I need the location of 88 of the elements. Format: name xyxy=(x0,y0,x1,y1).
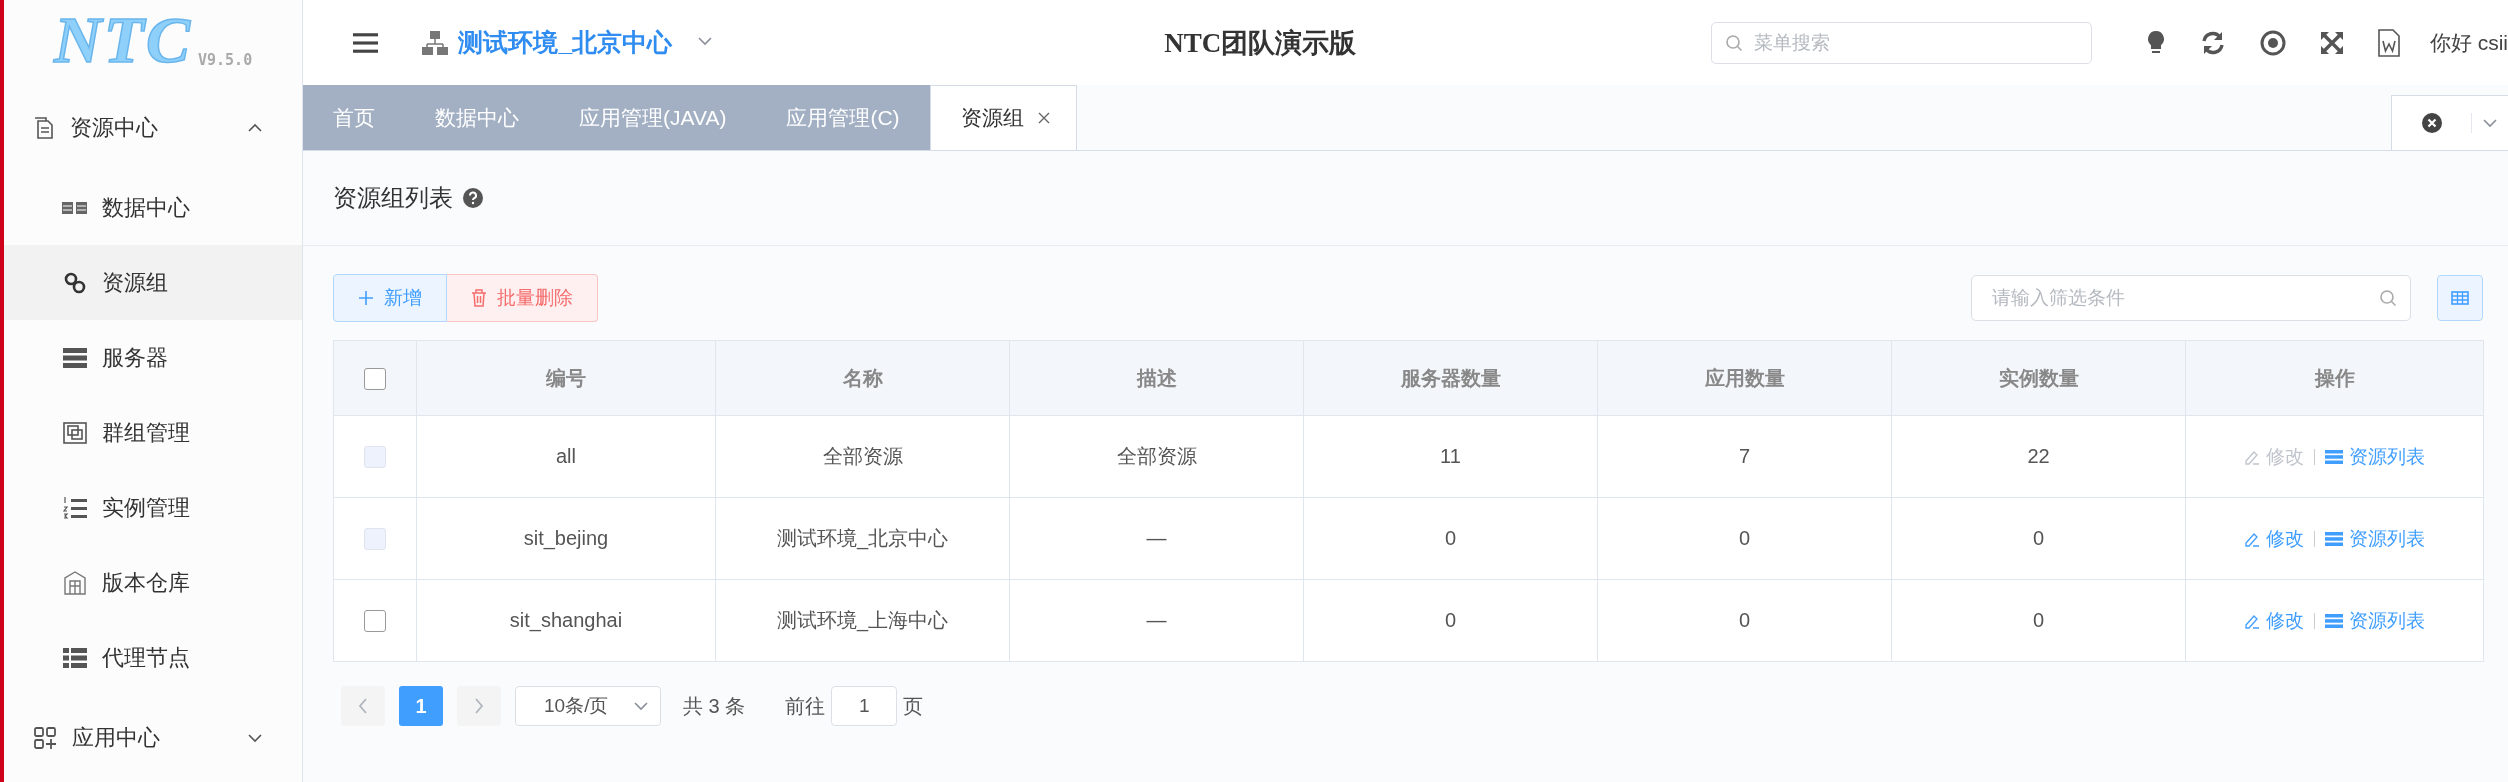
server-icon xyxy=(63,347,87,368)
menu-search-field[interactable]: 菜单搜索 xyxy=(1711,21,2092,64)
table-cell: sit_bejing xyxy=(416,497,716,580)
chevron-right-icon xyxy=(473,697,485,715)
menu-icon[interactable] xyxy=(353,31,379,54)
table-cell: 7 xyxy=(1597,415,1892,498)
table-cell: 全部资源 xyxy=(715,415,1010,498)
table-icon xyxy=(2451,291,2469,305)
tab[interactable]: 应用管理(C) xyxy=(756,85,930,150)
menu-item[interactable]: 实例管理 xyxy=(4,470,302,545)
column-header: 应用数量 xyxy=(1597,340,1892,416)
warehouse-icon xyxy=(64,570,86,595)
server-icon xyxy=(2325,531,2343,546)
menu-item[interactable]: 服务器 xyxy=(4,320,302,395)
column-header: 实例数量 xyxy=(1891,340,2186,416)
table-cell: 0 xyxy=(1303,579,1598,662)
filter-field[interactable]: 请输入筛选条件 xyxy=(1971,275,2411,321)
total-count: 共 3 条 xyxy=(683,693,746,719)
menu-item[interactable]: 数据中心 xyxy=(4,170,302,245)
server-rack-icon xyxy=(62,200,88,215)
user-greeting[interactable]: 你好 csii xyxy=(2429,28,2508,57)
menu-item[interactable]: 版本仓库 xyxy=(4,545,302,620)
tab[interactable]: 应用管理(JAVA) xyxy=(549,85,757,150)
close-all-icon[interactable] xyxy=(2421,113,2442,133)
table-cell: 0 xyxy=(1891,497,2186,580)
document-icon xyxy=(34,116,54,139)
page-title: 资源组列表 xyxy=(333,183,453,213)
trash-icon xyxy=(471,289,487,307)
link-icon xyxy=(64,271,86,294)
batch-delete-button[interactable]: 批量删除 xyxy=(447,274,598,322)
apps-icon xyxy=(34,726,56,749)
search-icon xyxy=(2379,289,2397,307)
logo: NTC xyxy=(54,7,192,73)
lightbulb-icon[interactable] xyxy=(2145,29,2166,56)
table-cell: — xyxy=(1009,497,1304,580)
column-header: 描述 xyxy=(1009,340,1304,416)
version-label: V9.5.0 xyxy=(198,51,253,69)
table-cell: 0 xyxy=(1303,497,1598,580)
numbered-list-icon xyxy=(63,495,87,520)
tab[interactable]: 资源组 xyxy=(929,85,1077,150)
search-icon xyxy=(1725,33,1744,52)
column-header: 服务器数量 xyxy=(1303,340,1598,416)
environment-selector[interactable]: 测试环境_北京中心 xyxy=(458,26,673,59)
table-cell: 22 xyxy=(1891,415,2186,498)
resource-list-link[interactable]: 资源列表 xyxy=(2325,607,2425,634)
group-icon xyxy=(62,420,88,445)
goto-page-field[interactable]: 1 xyxy=(831,686,898,726)
table-cell: all xyxy=(416,415,716,498)
add-button[interactable]: 新增 xyxy=(333,274,447,322)
goto-label: 前往 xyxy=(785,693,826,719)
tab[interactable]: 数据中心 xyxy=(405,85,549,150)
network-icon xyxy=(422,30,449,55)
fullscreen-icon[interactable] xyxy=(2319,30,2344,55)
plus-icon xyxy=(358,290,374,306)
column-header: 编号 xyxy=(416,340,716,416)
edit-link[interactable]: 修改 xyxy=(2244,607,2304,634)
close-icon[interactable] xyxy=(1037,112,1050,124)
refresh-icon[interactable] xyxy=(2199,29,2226,56)
page-number[interactable]: 1 xyxy=(399,686,443,726)
select-all-checkbox[interactable] xyxy=(364,367,386,390)
table-cell: — xyxy=(1009,579,1304,662)
menu-item[interactable]: 资源组 xyxy=(4,245,302,320)
menu-item[interactable]: 代理节点 xyxy=(4,620,302,695)
server-icon xyxy=(2325,613,2343,628)
menu-item[interactable]: 群组管理 xyxy=(4,395,302,470)
table-cell: 测试环境_上海中心 xyxy=(715,579,1010,662)
word-document-icon[interactable] xyxy=(2377,28,2400,57)
column-header: 名称 xyxy=(715,340,1010,416)
table-cell: sit_shanghai xyxy=(416,579,716,662)
table-cell: 全部资源 xyxy=(1009,415,1304,498)
help-icon[interactable] xyxy=(463,188,483,208)
row-checkbox[interactable] xyxy=(364,610,386,633)
chevron-left-icon xyxy=(357,697,369,715)
table-cell: 0 xyxy=(1597,579,1892,662)
tab[interactable]: 首页 xyxy=(303,85,405,150)
page-suffix: 页 xyxy=(903,693,924,719)
list-icon xyxy=(63,647,87,668)
menu-group[interactable]: 应用中心 xyxy=(4,695,302,780)
table-cell: 0 xyxy=(1891,579,2186,662)
menu-group[interactable]: 资源中心 xyxy=(4,85,302,170)
column-header: 操作 xyxy=(2185,340,2484,416)
server-icon xyxy=(2325,449,2343,464)
table-cell: 测试环境_北京中心 xyxy=(715,497,1010,580)
table-cell: 0 xyxy=(1597,497,1892,580)
table-cell: 11 xyxy=(1303,415,1598,498)
app-title: NTC团队演示版 xyxy=(1164,26,1358,60)
page-size-select[interactable]: 10条/页 xyxy=(515,686,661,726)
target-icon[interactable] xyxy=(2259,29,2286,56)
